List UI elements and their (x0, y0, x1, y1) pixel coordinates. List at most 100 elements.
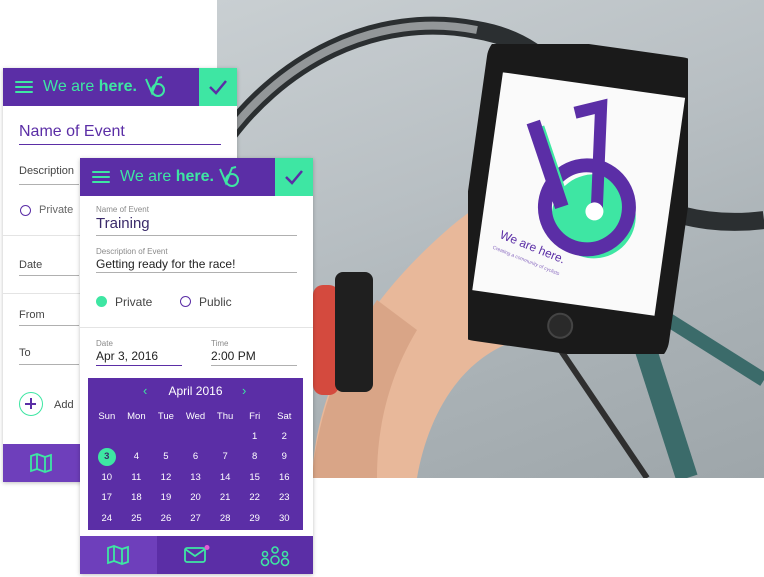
description-field[interactable]: Description (19, 165, 74, 177)
private-label: Private (115, 295, 153, 309)
weekday-label: Sun (98, 410, 116, 422)
calendar-day[interactable]: 4 (122, 451, 152, 462)
save-button[interactable] (199, 68, 237, 106)
calendar-day-number: 18 (131, 492, 142, 504)
description-input[interactable]: Getting ready for the race! (96, 257, 235, 271)
calendar-day[interactable]: 2 (269, 431, 299, 442)
calendar-day[interactable]: 8 (240, 451, 270, 462)
calendar-day-number: 11 (131, 471, 142, 483)
calendar-day[interactable]: 1 (240, 431, 270, 442)
phone-mockup: We are here. Creating a community of cyc… (450, 33, 706, 365)
calendar-day-number: 5 (163, 451, 169, 463)
calendar-day[interactable]: 5 (151, 451, 181, 462)
nav-messages[interactable] (157, 536, 235, 574)
calendar-day-number: 16 (278, 471, 290, 483)
calendar-day-number: 20 (190, 492, 201, 504)
next-month-icon[interactable]: › (242, 383, 246, 398)
private-radio[interactable] (96, 296, 107, 307)
calendar-day[interactable]: 11 (122, 472, 152, 483)
calendar-day[interactable]: 12 (151, 472, 181, 483)
private-radio[interactable] (20, 205, 31, 216)
calendar-day-number: 25 (131, 512, 142, 524)
weekday-label: Mon (127, 410, 146, 422)
weekday-label: Fri (249, 410, 261, 422)
calendar-day-number: 23 (278, 492, 290, 504)
app-logo: We are here. (120, 168, 214, 186)
calendar-month: April 2016 (168, 384, 223, 398)
event-name-label: Name of Event (96, 205, 149, 214)
calendar-day[interactable]: 25 (122, 513, 152, 524)
calendar-day-number: 24 (101, 512, 113, 524)
add-label[interactable]: Add (54, 399, 74, 411)
add-icon[interactable] (19, 392, 43, 416)
calendar-day[interactable]: 14 (210, 472, 240, 483)
calendar-day[interactable]: 3 (92, 447, 122, 466)
event-name-input[interactable]: Training (96, 215, 150, 232)
weekday-label: Thu (216, 410, 234, 422)
calendar-week: 10 11 12 13 14 15 16 (92, 467, 299, 487)
brand-bold: here. (175, 168, 214, 185)
calendar-day-number: 6 (192, 451, 199, 463)
brand-prefix: We are (120, 168, 176, 185)
calendar-day-number: 26 (160, 512, 172, 524)
time-input[interactable]: 2:00 PM (211, 349, 256, 363)
calendar-week: 17 18 19 20 21 22 23 (92, 488, 299, 508)
calendar-day[interactable]: 21 (210, 492, 240, 503)
calendar-day[interactable]: 6 (181, 451, 211, 462)
date-field[interactable]: Date (19, 259, 42, 271)
calendar-day[interactable]: 19 (151, 492, 181, 503)
nav-map[interactable] (3, 444, 80, 482)
calendar-grid: Sun Mon Tue Wed Thu Fri Sat 1 2 3 4 5 6 7 8 9 10 11 12 13 14… (92, 406, 299, 528)
menu-icon[interactable] (15, 81, 33, 93)
calendar-day[interactable]: 24 (92, 513, 122, 524)
calendar-day[interactable]: 30 (269, 513, 299, 524)
weekday-label: Tue (157, 410, 174, 422)
calendar-day-number: 1 (252, 431, 258, 443)
date-picker-calendar: ‹ April 2016 › Sun Mon Tue Wed Thu Fri Sat 1 2 3 4… (88, 378, 303, 530)
calendar-day[interactable]: 29 (240, 513, 270, 524)
calendar-day-number: 2 (281, 431, 287, 443)
calendar-day[interactable]: 9 (269, 451, 299, 462)
calendar-day[interactable]: 16 (269, 472, 299, 483)
calendar-day-number: 14 (219, 471, 231, 483)
calendar-day[interactable]: 20 (181, 492, 211, 503)
save-button[interactable] (275, 158, 313, 196)
calendar-day-number: 17 (101, 492, 113, 504)
date-input[interactable]: Apr 3, 2016 (96, 349, 158, 363)
calendar-day[interactable]: 26 (151, 513, 181, 524)
calendar-day[interactable]: 22 (240, 492, 270, 503)
calendar-day[interactable]: 18 (122, 492, 152, 503)
calendar-day[interactable]: 28 (210, 513, 240, 524)
calendar-day-number: 28 (219, 512, 231, 524)
to-field[interactable]: To (19, 347, 31, 359)
bottom-nav (80, 536, 313, 574)
calendar-week: 24 25 26 27 28 29 30 (92, 508, 299, 528)
public-radio[interactable] (180, 296, 191, 307)
from-field[interactable]: From (19, 309, 45, 321)
calendar-day[interactable]: 7 (210, 451, 240, 462)
menu-icon[interactable] (92, 171, 110, 183)
calendar-day[interactable]: 15 (240, 472, 270, 483)
bike-logo-icon (145, 76, 165, 97)
app-header: We are here. (3, 68, 237, 106)
brand-prefix: We are (43, 78, 99, 95)
brand-bold: here. (98, 78, 137, 95)
weekday-label: Sat (277, 410, 292, 422)
calendar-day-number: 12 (160, 471, 172, 483)
calendar-day[interactable]: 17 (92, 492, 122, 503)
calendar-day-number: 15 (249, 471, 260, 483)
check-icon (285, 170, 303, 185)
event-name-field[interactable]: Name of Event (19, 123, 125, 141)
calendar-week: 12 (92, 426, 299, 446)
calendar-day-number: 8 (252, 451, 258, 463)
calendar-day[interactable]: 10 (92, 472, 122, 483)
nav-map[interactable] (80, 536, 157, 574)
nav-community[interactable] (235, 536, 313, 574)
calendar-day[interactable]: 13 (181, 472, 211, 483)
weekday-row: Sun Mon Tue Wed Thu Fri Sat (92, 406, 299, 426)
calendar-day[interactable]: 27 (181, 513, 211, 524)
public-label: Public (199, 295, 232, 309)
calendar-day[interactable]: 23 (269, 492, 299, 503)
map-icon (30, 453, 52, 473)
private-label: Private (39, 204, 74, 216)
